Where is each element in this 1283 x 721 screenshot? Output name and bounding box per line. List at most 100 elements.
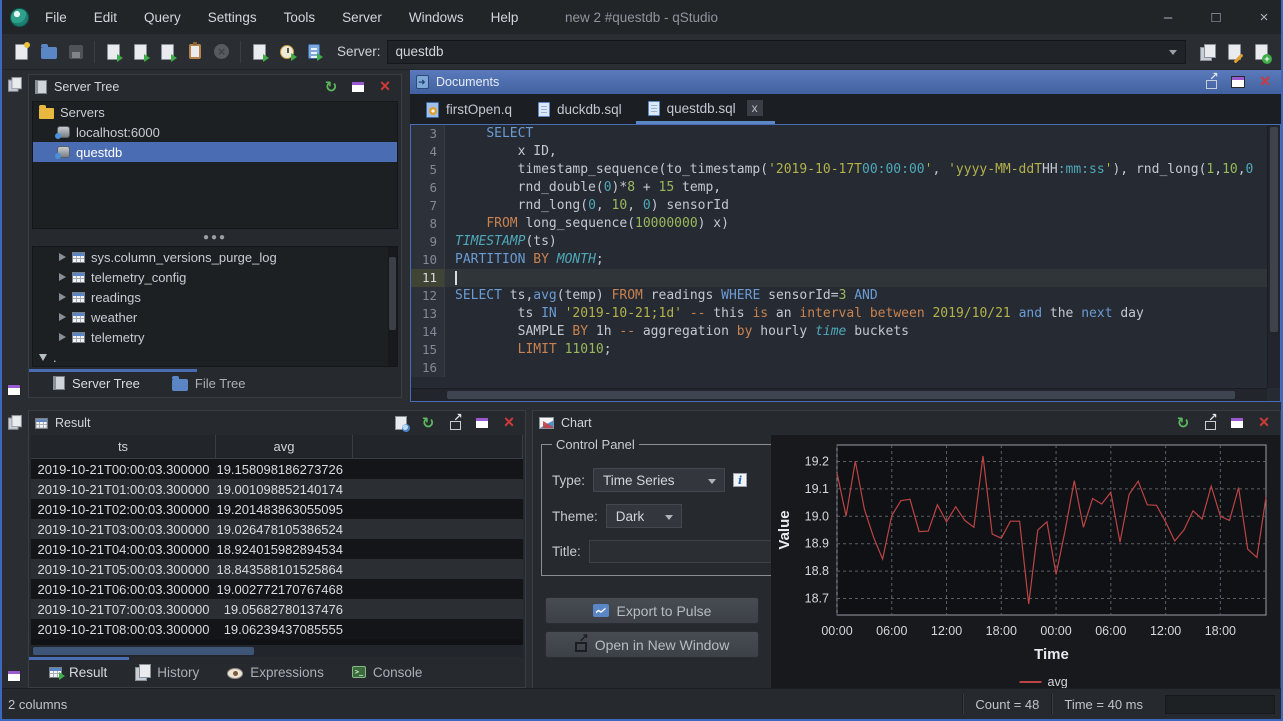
menu-query[interactable]: Query	[144, 10, 181, 25]
refresh-icon[interactable]	[1177, 416, 1190, 431]
execute-query-button[interactable]	[100, 39, 127, 65]
tree-item-db-root[interactable]: .	[33, 347, 397, 367]
tree-item-servers-folder[interactable]: Servers	[33, 102, 397, 122]
execute-selection-button[interactable]	[154, 39, 181, 65]
popout-icon[interactable]	[1205, 421, 1216, 430]
chevron-right-icon[interactable]	[59, 273, 66, 281]
window-icon[interactable]	[475, 417, 489, 429]
chart-theme-select[interactable]: Dark	[606, 504, 682, 528]
add-document-button[interactable]	[1248, 39, 1275, 65]
popout-icon[interactable]	[450, 421, 461, 430]
open-in-new-window-button[interactable]: Open in New Window	[545, 631, 759, 658]
editor-line[interactable]: 16	[411, 359, 1267, 377]
close-window-button[interactable]: ×	[1255, 9, 1273, 26]
info-icon[interactable]	[733, 473, 747, 487]
tab-firstOpen-q[interactable]: firstOpen.q	[414, 95, 524, 124]
result-horizontal-scrollbar[interactable]	[31, 645, 523, 657]
close-tab-icon[interactable]: x	[747, 100, 763, 116]
maximize-button[interactable]: □	[1207, 9, 1225, 26]
tab-result[interactable]: Result	[35, 657, 121, 687]
tree-item-server[interactable]: localhost:6000	[33, 122, 397, 142]
window-icon[interactable]	[351, 81, 365, 93]
run-script-button[interactable]	[300, 39, 327, 65]
save-button[interactable]	[62, 39, 89, 65]
menu-windows[interactable]: Windows	[409, 10, 464, 25]
close-icon[interactable]	[504, 415, 515, 431]
new-document-button[interactable]	[8, 39, 35, 65]
chevron-right-icon[interactable]	[59, 293, 66, 301]
close-icon[interactable]	[1260, 74, 1271, 90]
editor-line[interactable]: 4 x ID,	[411, 143, 1267, 161]
minimize-button[interactable]: –	[1159, 9, 1177, 26]
popout-icon[interactable]	[1206, 80, 1217, 89]
restore-window-icon[interactable]	[7, 384, 21, 396]
editor-line[interactable]: 5 timestamp_sequence(to_timestamp('2019-…	[411, 161, 1267, 179]
tab-questdb-sql[interactable]: questdb.sqlx	[636, 95, 775, 124]
editor-line[interactable]: 3 SELECT	[411, 125, 1267, 143]
chart-type-select[interactable]: Time Series	[593, 468, 725, 492]
tree-item-table[interactable]: sys.column_versions_purge_log	[33, 247, 397, 267]
column-header[interactable]: ts	[31, 435, 216, 458]
menu-help[interactable]: Help	[491, 10, 519, 25]
stop-query-button[interactable]	[208, 39, 235, 65]
tab-file-tree[interactable]: File Tree	[158, 369, 260, 397]
table-row[interactable]: 2019-10-21T06:00:03.30000019.00277217076…	[31, 579, 523, 599]
edit-document-button[interactable]	[1221, 39, 1248, 65]
stacked-windows-icon[interactable]	[8, 415, 21, 429]
execute-line-button[interactable]	[127, 39, 154, 65]
refresh-icon[interactable]	[325, 80, 338, 95]
close-icon[interactable]	[380, 79, 391, 95]
editor-line[interactable]: 14 SAMPLE BY 1h -- aggregation by hourly…	[411, 323, 1267, 341]
refresh-icon[interactable]	[422, 416, 435, 431]
editor-vertical-scrollbar[interactable]	[1267, 125, 1280, 388]
editor-line[interactable]: 8 FROM long_sequence(10000000) x)	[411, 215, 1267, 233]
stacked-windows-icon[interactable]	[8, 77, 21, 91]
copy-button[interactable]	[1194, 39, 1221, 65]
column-header[interactable]: avg	[216, 435, 353, 458]
export-to-pulse-button[interactable]: Export to Pulse	[545, 597, 759, 624]
server-combo[interactable]: questdb	[387, 40, 1186, 64]
chevron-right-icon[interactable]	[59, 313, 66, 321]
menu-file[interactable]: File	[45, 10, 67, 25]
tree-item-table[interactable]: weather	[33, 307, 397, 327]
editor-horizontal-scrollbar[interactable]	[411, 388, 1267, 401]
menu-edit[interactable]: Edit	[94, 10, 117, 25]
menu-tools[interactable]: Tools	[284, 10, 316, 25]
chevron-right-icon[interactable]	[59, 333, 66, 341]
tab-history[interactable]: History	[121, 657, 213, 687]
menu-server[interactable]: Server	[342, 10, 382, 25]
tree-item-table[interactable]: readings	[33, 287, 397, 307]
chevron-right-icon[interactable]	[59, 253, 66, 261]
editor-line[interactable]: 11	[411, 269, 1267, 287]
editor-line[interactable]: 12SELECT ts,avg(temp) FROM readings WHER…	[411, 287, 1267, 305]
table-row[interactable]: 2019-10-21T01:00:03.30000019.00109885214…	[31, 479, 523, 499]
tree-item-server[interactable]: questdb	[33, 142, 397, 162]
schedule-query-button[interactable]	[273, 39, 300, 65]
tab-duckdb-sql[interactable]: duckdb.sql	[526, 95, 634, 124]
tree-splitter[interactable]: ●●●	[29, 231, 401, 244]
editor-line[interactable]: 15 LIMIT 11010;	[411, 341, 1267, 359]
run-file-button[interactable]	[246, 39, 273, 65]
tab-expressions[interactable]: Expressions	[213, 657, 338, 687]
window-icon[interactable]	[1230, 417, 1244, 429]
tree-item-table[interactable]: telemetry_config	[33, 267, 397, 287]
table-row[interactable]: 2019-10-21T00:00:03.30000019.15809818627…	[31, 459, 523, 479]
table-row[interactable]: 2019-10-21T08:00:03.30000019.06239437085…	[31, 619, 523, 639]
sql-editor[interactable]: 3 SELECT4 x ID,5 timestamp_sequence(to_t…	[410, 124, 1281, 402]
result-table[interactable]: tsavg2019-10-21T00:00:03.30000019.158098…	[31, 435, 523, 645]
tree-scrollbar[interactable]	[388, 247, 397, 366]
chevron-down-icon[interactable]	[39, 354, 47, 361]
table-row[interactable]: 2019-10-21T03:00:03.30000019.02647810538…	[31, 519, 523, 539]
editor-line[interactable]: 7 rnd_long(0, 10, 0) sensorId	[411, 197, 1267, 215]
editor-line[interactable]: 13 ts IN '2019-10-21;1d' -- this is an i…	[411, 305, 1267, 323]
table-row[interactable]: 2019-10-21T05:00:03.30000018.84358810152…	[31, 559, 523, 579]
open-file-button[interactable]	[35, 39, 62, 65]
editor-line[interactable]: 6 rnd_double(0)*8 + 15 temp,	[411, 179, 1267, 197]
close-icon[interactable]	[1259, 415, 1270, 431]
vertical-splitter[interactable]	[402, 70, 410, 402]
editor-line[interactable]: 10PARTITION BY MONTH;	[411, 251, 1267, 269]
tab-server-tree[interactable]: Server Tree	[39, 369, 154, 397]
export-result-icon[interactable]	[395, 416, 407, 430]
restore-window-icon[interactable]	[7, 670, 21, 682]
tab-console[interactable]: Console	[338, 657, 437, 687]
